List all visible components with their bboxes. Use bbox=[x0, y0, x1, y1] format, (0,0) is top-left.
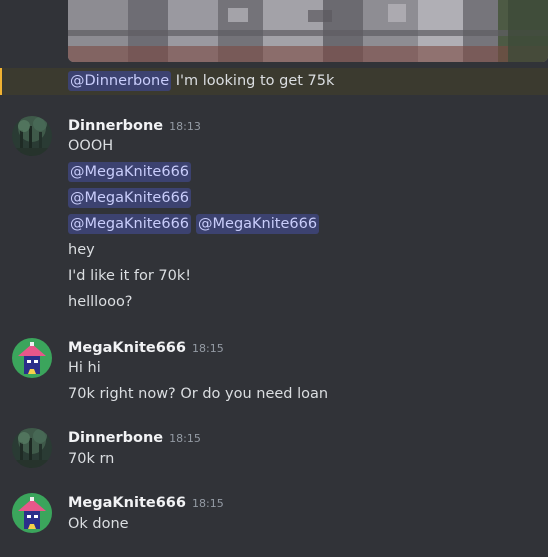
timestamp[interactable]: 18:15 bbox=[192, 497, 224, 510]
timestamp[interactable]: 18:15 bbox=[192, 342, 224, 355]
username[interactable]: Dinnerbone bbox=[68, 430, 163, 446]
knight-avatar-icon bbox=[12, 338, 52, 378]
mention-megaknite666[interactable]: @MegaKnite666 bbox=[68, 214, 192, 234]
message-header: Dinnerbone 18:13 bbox=[68, 115, 201, 137]
knight-avatar-icon bbox=[12, 493, 52, 533]
dinnerbone-avatar[interactable] bbox=[12, 428, 52, 468]
message-header: MegaKnite666 18:15 bbox=[68, 492, 224, 514]
message-text: OOOH bbox=[68, 138, 114, 154]
megaknite666-avatar[interactable] bbox=[12, 338, 52, 378]
username[interactable]: MegaKnite666 bbox=[68, 340, 186, 356]
reply-text: I'm looking to get 75k bbox=[175, 73, 335, 89]
username[interactable]: Dinnerbone bbox=[68, 118, 163, 134]
message-text: 70k right now? Or do you need loan bbox=[68, 386, 329, 402]
timestamp[interactable]: 18:15 bbox=[169, 432, 201, 445]
username[interactable]: MegaKnite666 bbox=[68, 495, 186, 511]
dinnerbone-avatar[interactable] bbox=[12, 116, 52, 156]
chat-log: @Dinnerbone I'm looking to get 75k Dinne… bbox=[0, 0, 548, 557]
message-line: @MegaKnite666 bbox=[68, 188, 192, 208]
mention-megaknite666[interactable]: @MegaKnite666 bbox=[68, 162, 192, 182]
mention-megaknite666[interactable]: @MegaKnite666 bbox=[196, 214, 320, 234]
forest-avatar-icon bbox=[12, 116, 52, 156]
message-header: Dinnerbone 18:15 bbox=[68, 427, 201, 449]
message-line: @MegaKnite666 @MegaKnite666 bbox=[68, 214, 320, 234]
message-text: Ok done bbox=[68, 516, 129, 532]
megaknite666-avatar[interactable] bbox=[12, 493, 52, 533]
message-text: Hi hi bbox=[68, 360, 101, 376]
forest-avatar-icon bbox=[12, 428, 52, 468]
reply-line: @Dinnerbone I'm looking to get 75k bbox=[68, 71, 334, 91]
message-text: I'd like it for 70k! bbox=[68, 268, 192, 284]
mention-megaknite666[interactable]: @MegaKnite666 bbox=[68, 188, 192, 208]
message-text: hey bbox=[68, 242, 95, 258]
message-text: 70k rn bbox=[68, 451, 115, 467]
timestamp[interactable]: 18:13 bbox=[169, 120, 201, 133]
message-line: @MegaKnite666 bbox=[68, 162, 192, 182]
minecraft-screenshot-image bbox=[68, 0, 548, 62]
image-attachment[interactable] bbox=[68, 0, 548, 62]
mention-dinnerbone[interactable]: @Dinnerbone bbox=[68, 71, 172, 91]
message-header: MegaKnite666 18:15 bbox=[68, 337, 224, 359]
message-text: helllooo? bbox=[68, 294, 133, 310]
